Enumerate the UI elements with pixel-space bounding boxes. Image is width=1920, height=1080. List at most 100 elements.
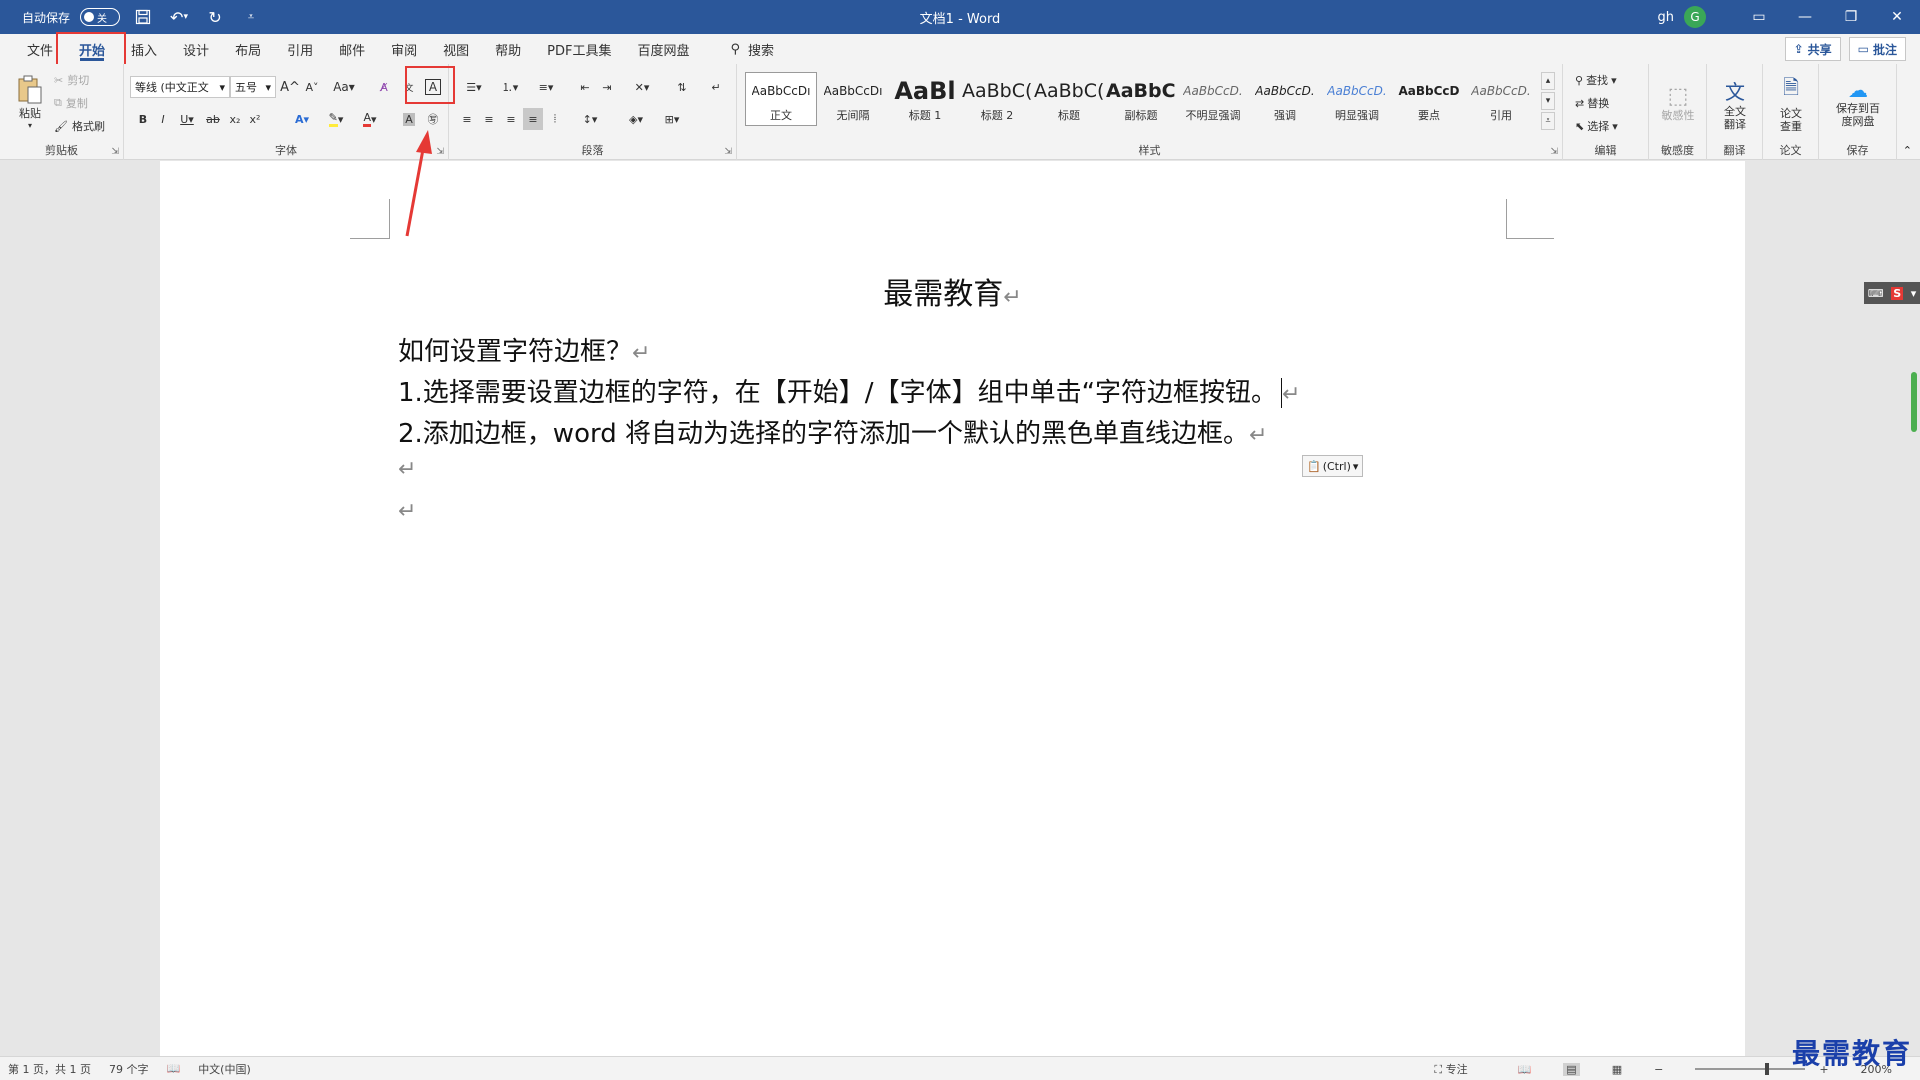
select-button[interactable]: ⬉ 选择 ▾: [1575, 116, 1618, 136]
font-color-button[interactable]: A ▾: [356, 108, 384, 130]
multilevel-list-button[interactable]: ≡▾: [529, 76, 563, 98]
bullets-button[interactable]: ☰▾: [457, 76, 491, 98]
character-border-button[interactable]: A: [422, 76, 444, 98]
style-tile-1[interactable]: AaBbCcDı 无间隔: [817, 72, 889, 126]
replace-button[interactable]: ⇄ 替换: [1575, 93, 1609, 113]
tab-6[interactable]: 邮件: [326, 34, 378, 64]
style-tile-3[interactable]: AaBbC(标题 2: [961, 72, 1033, 126]
tab-1[interactable]: 开始: [66, 34, 118, 64]
find-button[interactable]: ⚲ 查找 ▾: [1575, 70, 1617, 90]
styles-scroll-up-icon[interactable]: ▴: [1541, 72, 1555, 90]
font-name-dropdown[interactable]: 等线 (中文正文 ▾: [130, 76, 230, 98]
style-tile-7[interactable]: AaBbCcD. 强调: [1249, 72, 1321, 126]
align-left-button[interactable]: ≡: [457, 108, 477, 130]
scrollbar-thumb[interactable]: [1911, 372, 1917, 432]
tab-10[interactable]: PDF工具集: [534, 34, 624, 64]
change-case-button[interactable]: Aa ▾: [330, 76, 358, 98]
page-count[interactable]: 第 1 页，共 1 页: [8, 1061, 91, 1077]
numbering-button[interactable]: ⒈▾: [493, 76, 527, 98]
line-spacing-button[interactable]: ↕▾: [575, 108, 605, 130]
paste-options-button[interactable]: 📋 (Ctrl) ▾: [1302, 455, 1364, 477]
read-mode-icon[interactable]: 📖: [1518, 1063, 1532, 1076]
align-center-button[interactable]: ≡: [479, 108, 499, 130]
asian-layout-button[interactable]: ✕▾: [627, 76, 657, 98]
distributed-button[interactable]: ⦙: [545, 108, 565, 130]
sensitivity-button[interactable]: ⬚ 敏感性: [1653, 70, 1703, 136]
shading-button[interactable]: ◈▾: [621, 108, 651, 130]
italic-button[interactable]: I: [154, 108, 172, 130]
empty-paragraph-mark-icon[interactable]: ↵: [398, 457, 416, 482]
document-line-2[interactable]: 1.选择需要设置边框的字符，在【开始】/【字体】组中单击“字符边框按钮。 ↵: [398, 372, 1300, 409]
minimize-icon[interactable]: —: [1782, 0, 1828, 34]
phonetic-guide-button[interactable]: 文: [400, 76, 418, 98]
dialog-launcher-icon[interactable]: ⇲: [436, 147, 444, 157]
tab-11[interactable]: 百度网盘: [624, 34, 702, 64]
underline-button[interactable]: U▾: [174, 108, 200, 130]
shrink-font-button[interactable]: A˅: [302, 76, 322, 98]
close-icon[interactable]: ✕: [1874, 0, 1920, 34]
style-tile-5[interactable]: AaBbC(副标题: [1105, 72, 1177, 126]
full-text-translate-button[interactable]: ⽂ 全文翻译: [1711, 70, 1759, 136]
highlight-button[interactable]: ✎ ▾: [322, 108, 350, 130]
style-tile-6[interactable]: AaBbCcD. 不明显强调: [1177, 72, 1249, 126]
style-tile-8[interactable]: AaBbCcD. 明显强调: [1321, 72, 1393, 126]
paper-check-button[interactable]: 🗎 论文查重: [1767, 70, 1815, 136]
web-layout-icon[interactable]: ▦: [1612, 1063, 1622, 1076]
subscript-button[interactable]: x₂: [226, 108, 244, 130]
strikethrough-button[interactable]: ab: [202, 108, 224, 130]
style-tile-10[interactable]: AaBbCcD. 引用: [1465, 72, 1537, 126]
style-tile-4[interactable]: AaBbC(标题: [1033, 72, 1105, 126]
ime-toolbar[interactable]: ⌨ S ▾: [1864, 282, 1920, 304]
styles-more-icon[interactable]: ⩡: [1541, 112, 1555, 130]
dialog-launcher-icon[interactable]: ⇲: [111, 147, 119, 157]
decrease-indent-button[interactable]: ⇤: [575, 76, 595, 98]
tab-0[interactable]: 文件: [14, 34, 66, 64]
focus-mode-button[interactable]: ⛶ 专注: [1434, 1061, 1485, 1077]
borders-button[interactable]: ⊞▾: [657, 108, 687, 130]
character-shading-button[interactable]: A: [400, 108, 418, 130]
share-button[interactable]: ⇪ 共享: [1784, 37, 1841, 61]
paste-button[interactable]: 粘贴 ▾: [8, 70, 52, 134]
style-tile-0[interactable]: AaBbCcDı 正文: [745, 72, 817, 126]
tab-5[interactable]: 引用: [274, 34, 326, 64]
tab-3[interactable]: 设计: [170, 34, 222, 64]
justify-button[interactable]: ≡: [523, 108, 543, 130]
word-count[interactable]: 79 个字: [109, 1061, 149, 1077]
superscript-button[interactable]: x²: [246, 108, 264, 130]
document-line-1[interactable]: 如何设置字符边框？↵: [398, 331, 650, 368]
tab-2[interactable]: 插入: [118, 34, 170, 64]
text-effects-button[interactable]: A▾: [288, 108, 316, 130]
clear-formatting-button[interactable]: A̸: [374, 76, 394, 98]
tab-9[interactable]: 帮助: [482, 34, 534, 64]
show-marks-button[interactable]: ↵: [705, 76, 727, 98]
increase-indent-button[interactable]: ⇥: [597, 76, 617, 98]
grow-font-button[interactable]: A^: [280, 76, 300, 98]
dialog-launcher-icon[interactable]: ⇲: [724, 147, 732, 157]
enclose-characters-button[interactable]: ㊢: [422, 108, 444, 130]
tab-4[interactable]: 布局: [222, 34, 274, 64]
empty-paragraph-mark-icon[interactable]: ↵: [398, 499, 416, 524]
style-tile-9[interactable]: AaBbCcD 要点: [1393, 72, 1465, 126]
collapse-ribbon-icon[interactable]: ⌃: [1903, 144, 1912, 157]
cut-button[interactable]: ✂ 剪切: [54, 70, 89, 90]
tab-8[interactable]: 视图: [430, 34, 482, 64]
ribbon-display-options-icon[interactable]: ▭: [1736, 0, 1782, 34]
zoom-slider[interactable]: [1695, 1063, 1806, 1075]
font-size-dropdown[interactable]: 五号 ▾: [230, 76, 276, 98]
autosave-toggle[interactable]: 关: [80, 8, 121, 26]
zoom-slider-knob[interactable]: [1765, 1063, 1770, 1075]
undo-icon[interactable]: ↶ ▾: [166, 4, 192, 30]
proofing-icon[interactable]: 📖: [166, 1062, 180, 1075]
align-right-button[interactable]: ≡: [501, 108, 521, 130]
document-heading[interactable]: 最需教育↵: [160, 269, 1745, 313]
format-painter-button[interactable]: 🖌 格式刷: [54, 116, 105, 136]
print-layout-icon[interactable]: ▤: [1563, 1062, 1580, 1076]
save-to-baidu-button[interactable]: ☁ 保存到百度网盘: [1823, 70, 1893, 136]
copy-button[interactable]: ⧉ 复制: [54, 93, 88, 113]
tab-7[interactable]: 审阅: [378, 34, 430, 64]
styles-scroll-down-icon[interactable]: ▾: [1541, 92, 1555, 110]
tell-me-search[interactable]: ⚲ 搜索: [731, 40, 775, 59]
sort-button[interactable]: ⇅: [671, 76, 693, 98]
save-icon[interactable]: [130, 4, 156, 30]
customize-quick-access-icon[interactable]: ⩡: [238, 4, 264, 30]
